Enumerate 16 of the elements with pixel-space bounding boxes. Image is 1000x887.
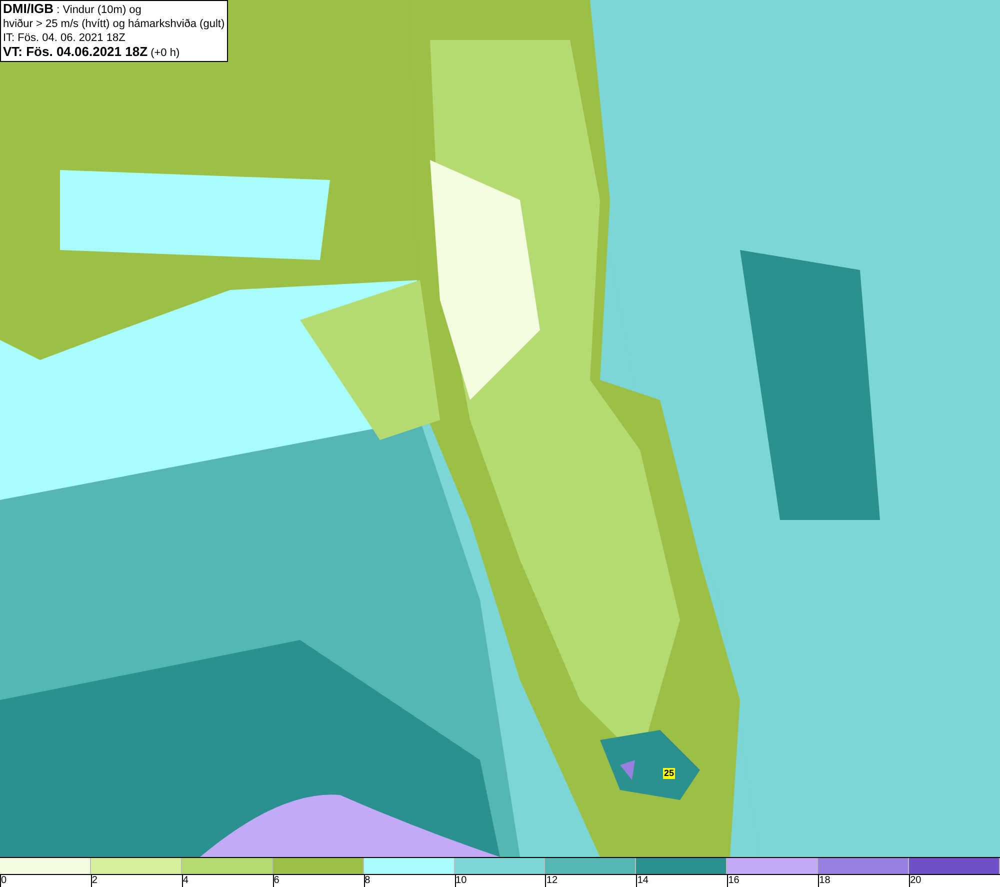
scale-label: 10	[456, 875, 467, 886]
info-text: hviður > 25 m/s (hvítt) og hámarkshviða (gult)	[3, 17, 225, 31]
scale-label: 16	[728, 875, 740, 886]
scale-label: 4	[182, 875, 188, 886]
scale-label: 12	[546, 875, 558, 886]
scale-label: 0	[1, 875, 7, 886]
gust-marker: 25	[663, 768, 676, 779]
scale-label: 14	[637, 875, 648, 886]
scale-label: 18	[819, 875, 830, 886]
scale-label: 6	[274, 875, 280, 886]
info-text: DMI/IGB : Vindur (10m) og	[3, 2, 142, 17]
info-text: VT: Fös. 04.06.2021 18Z (+0 h)	[3, 45, 181, 60]
scale-label: 20	[910, 875, 922, 886]
scale-label: 2	[92, 875, 98, 886]
scale-label: 8	[364, 875, 370, 886]
info-text: IT: Fös. 04. 06. 2021 18Z	[3, 31, 126, 45]
